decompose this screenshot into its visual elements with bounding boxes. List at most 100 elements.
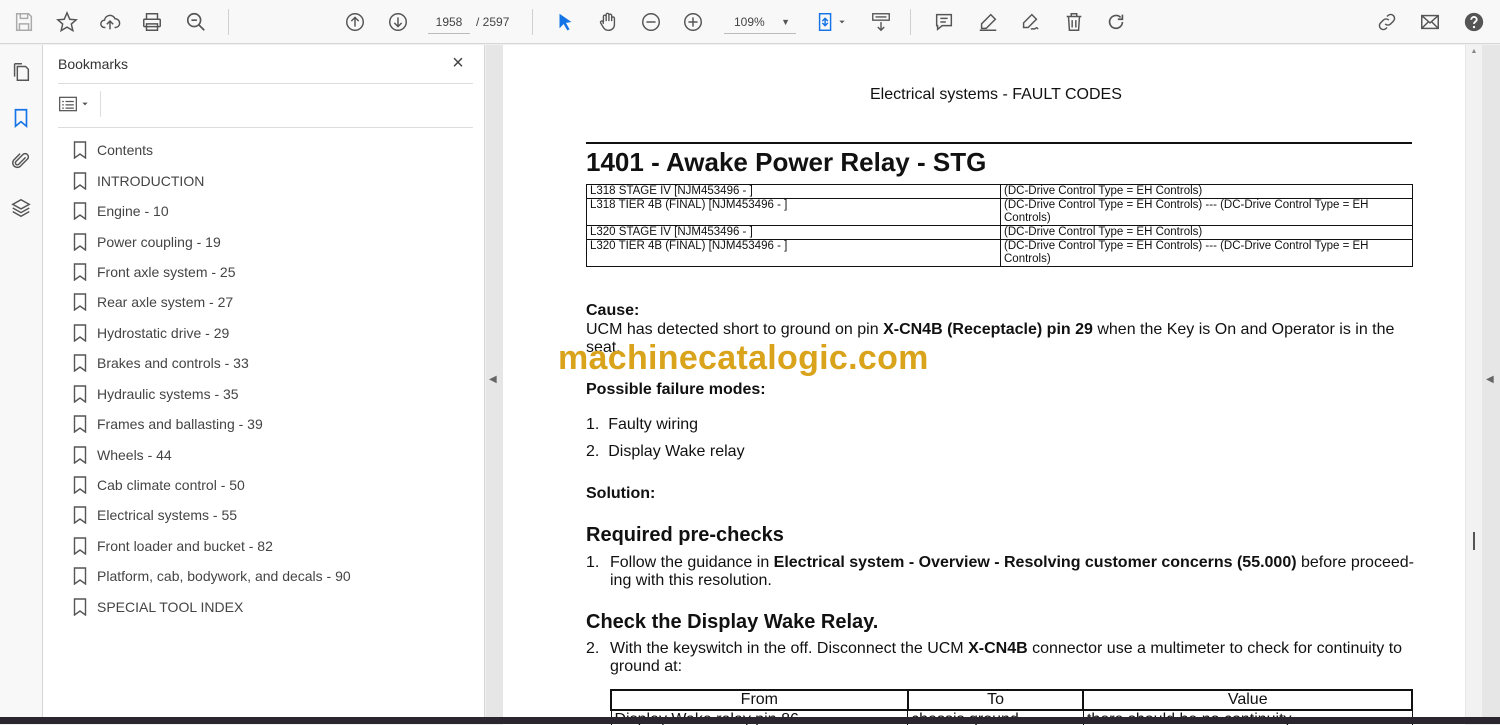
bookmark-label: Rear axle system - 27	[97, 294, 234, 311]
scroll-up-icon[interactable]: ▲	[1468, 48, 1480, 60]
table-header: Value	[1082, 689, 1413, 711]
table-cell: L320 TIER 4B (FINAL) [NJM453496 - ]	[586, 239, 1001, 267]
comment-icon[interactable]	[930, 8, 958, 36]
page-thumbnails-icon[interactable]	[8, 59, 34, 85]
redo-icon[interactable]	[1102, 8, 1130, 36]
page-number-input[interactable]	[428, 10, 470, 34]
scroll-mode-icon[interactable]	[867, 8, 895, 36]
table-header: From	[610, 689, 909, 711]
bookmark-icon	[73, 324, 87, 342]
bookmark-item[interactable]: Engine - 10	[73, 196, 473, 226]
save-icon[interactable]	[10, 8, 38, 36]
bookmark-item[interactable]: Electrical systems - 55	[73, 500, 473, 530]
cause-heading: Cause:	[586, 302, 640, 319]
bookmarks-icon[interactable]	[8, 105, 34, 131]
bookmark-label: Engine - 10	[97, 203, 169, 220]
collapse-panel-right-icon[interactable]: ◀	[1486, 374, 1494, 385]
bookmark-item[interactable]: Hydraulic systems - 35	[73, 379, 473, 409]
failure-modes-heading: Possible failure modes:	[586, 381, 766, 398]
bookmark-label: Wheels - 44	[97, 446, 172, 463]
bookmark-item[interactable]: Hydrostatic drive - 29	[73, 318, 473, 348]
table-cell: L318 TIER 4B (FINAL) [NJM453496 - ]	[586, 198, 1001, 226]
bookmark-list: Contents INTRODUCTION Engine - 10 Power cou…	[73, 135, 473, 622]
bookmark-item[interactable]: Frames and ballasting - 39	[73, 409, 473, 439]
select-cursor-icon[interactable]	[551, 8, 579, 36]
check-heading: Check the Display Wake Relay.	[586, 611, 879, 633]
bookmark-item[interactable]: SPECIAL TOOL INDEX	[73, 592, 473, 622]
page-up-icon[interactable]	[341, 8, 369, 36]
page-total: / 2597	[476, 15, 510, 29]
bookmark-icon	[73, 415, 87, 434]
highlight-pen-icon[interactable]	[974, 8, 1002, 36]
bookmark-item[interactable]: Front loader and bucket - 82	[73, 531, 473, 561]
delete-icon[interactable]	[1060, 8, 1088, 36]
bookmark-item[interactable]: Rear axle system - 27	[73, 287, 473, 317]
table-cell: (DC-Drive Control Type = EH Controls)	[1000, 225, 1413, 240]
star-icon[interactable]	[53, 8, 81, 36]
cloud-upload-icon[interactable]	[96, 8, 124, 36]
navigation-rail	[0, 45, 43, 724]
bookmark-icon	[73, 476, 87, 495]
table-cell: (DC-Drive Control Type = EH Controls) --…	[1000, 198, 1413, 226]
zoom-search-icon[interactable]	[182, 8, 210, 36]
help-icon[interactable]	[1460, 8, 1488, 36]
bookmark-item[interactable]: Contents	[73, 135, 473, 165]
bookmark-icon	[73, 263, 87, 281]
taskbar-strip	[0, 717, 1500, 724]
bookmark-item[interactable]: Power coupling - 19	[73, 226, 473, 256]
bookmark-icon	[73, 293, 87, 312]
hand-tool-icon[interactable]	[594, 8, 622, 36]
mail-icon[interactable]	[1416, 8, 1444, 36]
bookmark-label: Contents	[97, 142, 154, 159]
watermark: machinecatalogic.com	[558, 339, 929, 377]
attachments-icon[interactable]	[8, 148, 34, 174]
bookmark-icon	[73, 202, 87, 221]
bookmark-label: Front axle system - 25	[97, 263, 236, 280]
scroll-thumb[interactable]	[1473, 532, 1475, 550]
page-down-icon[interactable]	[384, 8, 412, 36]
chevron-down-icon: ▼	[781, 17, 790, 27]
page-header: Electrical systems - FAULT CODES	[870, 86, 1122, 103]
bookmark-label: Platform, cab, bodywork, and decals - 90	[97, 568, 351, 585]
bookmark-item[interactable]: INTRODUCTION	[73, 165, 473, 195]
zoom-select[interactable]: 109% ▼	[724, 10, 796, 34]
variant-table: L318 STAGE IV [NJM453496 - ] (DC-Drive Co…	[586, 184, 1413, 267]
bookmark-label: Power coupling - 19	[97, 233, 221, 250]
bookmark-item[interactable]: Front axle system - 25	[73, 257, 473, 287]
vertical-scrollbar[interactable]	[1466, 45, 1482, 717]
bookmark-label: INTRODUCTION	[97, 172, 205, 189]
collapse-panel-left-icon[interactable]: ◀	[489, 374, 497, 385]
bookmark-icon	[73, 171, 87, 190]
bookmark-options-button[interactable]	[58, 93, 94, 115]
layers-icon[interactable]	[8, 195, 34, 221]
document-viewport[interactable]: Electrical systems - FAULT CODES 1401 - …	[486, 45, 1500, 725]
table-row: L320 TIER 4B (FINAL) [NJM453496 - ] (DC-D…	[586, 239, 1413, 267]
share-link-icon[interactable]	[1373, 8, 1401, 36]
table-cell: L318 STAGE IV [NJM453496 - ]	[586, 184, 1001, 199]
bookmark-item[interactable]: Cab climate control - 50	[73, 470, 473, 500]
close-icon[interactable]: ×	[448, 53, 468, 73]
bookmark-label: Brakes and controls - 33	[97, 355, 249, 372]
table-row: L318 STAGE IV [NJM453496 - ] (DC-Drive Co…	[586, 184, 1413, 199]
list-item: 1. Faulty wiring	[586, 416, 699, 433]
chevron-down-icon	[82, 102, 88, 106]
table-header: To	[906, 689, 1085, 711]
step-2: 2. With the keyswitch in the off. Discon…	[586, 640, 1403, 675]
bookmark-icon	[73, 445, 87, 464]
zoom-in-icon[interactable]	[679, 8, 707, 36]
bookmark-label: Hydrostatic drive - 29	[97, 324, 230, 341]
document-page: Electrical systems - FAULT CODES 1401 - …	[503, 45, 1465, 725]
bookmark-item[interactable]: Wheels - 44	[73, 439, 473, 469]
bookmark-item[interactable]: Platform, cab, bodywork, and decals - 90	[73, 561, 473, 591]
table-row: L320 STAGE IV [NJM453496 - ] (DC-Drive Co…	[586, 225, 1413, 240]
bookmark-icon	[73, 598, 87, 616]
print-icon[interactable]	[138, 8, 166, 36]
table-cell: L320 STAGE IV [NJM453496 - ]	[586, 225, 1001, 240]
draw-signature-icon[interactable]	[1016, 8, 1044, 36]
page-title: 1401 - Awake Power Relay - STG	[586, 147, 987, 177]
bookmark-item[interactable]: Brakes and controls - 33	[73, 348, 473, 378]
page-fit-chevron-icon[interactable]	[836, 8, 848, 36]
solution-heading: Solution:	[586, 485, 656, 502]
bookmark-icon	[73, 567, 87, 586]
zoom-out-icon[interactable]	[637, 8, 665, 36]
